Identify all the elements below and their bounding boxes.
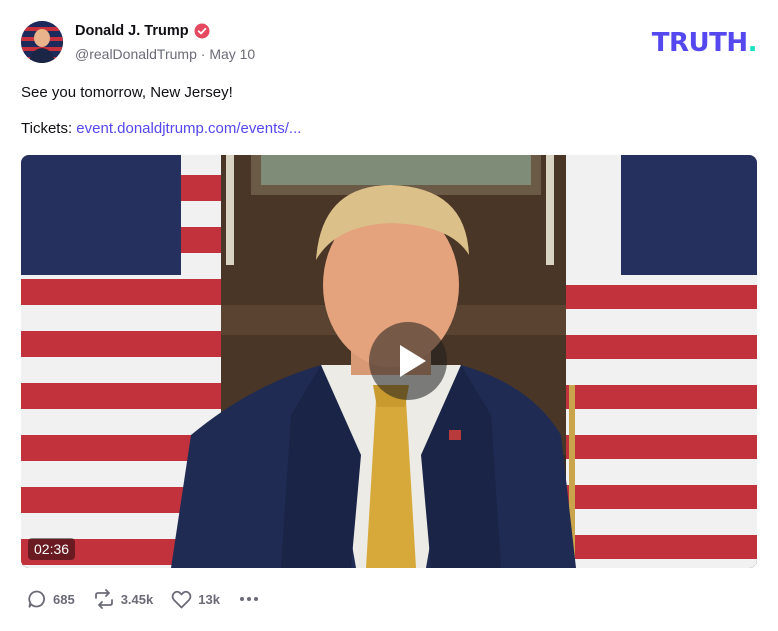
post-date[interactable]: May 10	[209, 46, 255, 62]
verified-badge-icon	[194, 23, 210, 39]
truth-post: Donald J. Trump @realDonaldTrump · May 1…	[0, 0, 778, 631]
video-duration: 02:36	[28, 538, 76, 560]
like-icon	[171, 590, 192, 609]
video-player[interactable]: 02:36	[21, 155, 757, 568]
like-count: 13k	[198, 591, 220, 607]
tickets-line: Tickets: event.donaldjtrump.com/events/.…	[21, 120, 301, 137]
retruth-icon	[93, 589, 115, 609]
play-icon[interactable]	[369, 322, 447, 400]
reply-icon	[27, 589, 47, 609]
logo-text: TRUTH	[651, 28, 748, 58]
reply-button[interactable]: 685	[27, 589, 75, 609]
author-name[interactable]: Donald J. Trump	[75, 23, 189, 39]
truth-logo[interactable]: TRUTH.	[651, 28, 758, 58]
author-avatar[interactable]	[21, 21, 63, 63]
like-button[interactable]: 13k	[171, 590, 220, 609]
separator: ·	[200, 46, 206, 62]
author-handle[interactable]: @realDonaldTrump	[75, 46, 197, 62]
reply-count: 685	[53, 591, 75, 607]
retruth-button[interactable]: 3.45k	[93, 589, 154, 609]
post-text: See you tomorrow, New Jersey!	[21, 84, 233, 101]
logo-dot: .	[747, 28, 758, 58]
handle-date-line: @realDonaldTrump · May 10	[75, 46, 255, 62]
tickets-label: Tickets:	[21, 120, 77, 137]
retruth-count: 3.45k	[120, 591, 154, 607]
more-icon[interactable]	[238, 591, 260, 607]
tickets-link[interactable]: event.donaldjtrump.com/events/...	[76, 120, 301, 137]
author-name-row[interactable]: Donald J. Trump	[75, 23, 210, 39]
action-bar: 685 3.45k 13k	[27, 589, 260, 609]
